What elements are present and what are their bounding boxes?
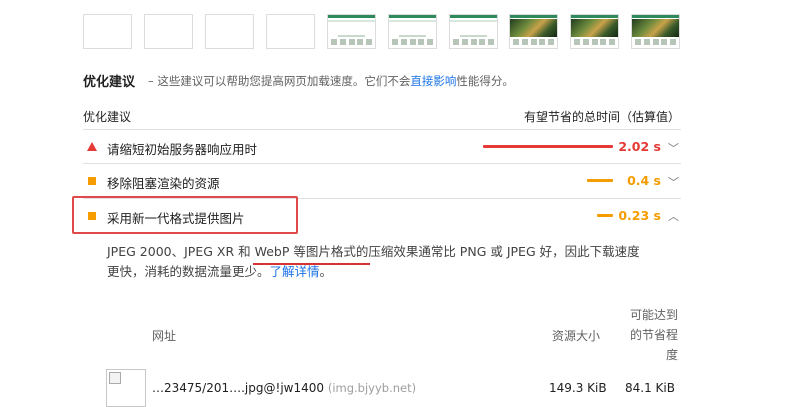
savings-sparkline	[587, 179, 613, 182]
savings-sparkline	[597, 214, 613, 217]
table-cell-savings: 84.1 KiB	[625, 381, 675, 395]
filmstrip-thumbnail	[327, 14, 376, 49]
filmstrip-thumbnail	[388, 14, 437, 49]
section-description: – 这些建议可以帮助您提高网页加载速度。它们不会直接影响性能得分。	[148, 73, 514, 89]
audit-label: 移除阻塞渲染的资源	[107, 176, 220, 191]
fail-triangle-icon	[87, 142, 97, 151]
table-header-url: 网址	[152, 329, 177, 343]
audit-savings-value: 0.4 s	[627, 173, 661, 188]
audit-label: 请缩短初始服务器响应用时	[107, 142, 258, 157]
table-cell-url[interactable]: …23475/201….jpg@!jw1400 (img.bjyyb.net)	[152, 381, 416, 395]
resource-host: (img.bjyyb.net)	[327, 381, 417, 395]
chevron-down-icon[interactable]: ﹀	[668, 174, 679, 190]
resource-url[interactable]: …23475/201….jpg@!jw1400	[152, 381, 324, 395]
table-header-size: 资源大小	[552, 329, 601, 343]
image-thumbnail	[106, 369, 146, 407]
chevron-down-icon[interactable]: ﹀	[668, 140, 679, 156]
table-header-savings-line-1: 可能达到	[629, 308, 678, 322]
filmstrip-thumbnail	[144, 14, 193, 49]
average-square-icon	[88, 177, 96, 185]
divider	[83, 163, 681, 164]
audit-row-render-blocking[interactable]: 移除阻塞渲染的资源 0.4 s ﹀	[83, 165, 681, 197]
description-line-1: JPEG 2000、JPEG XR 和 WebP 等图片格式的压缩效果通常比 P…	[107, 244, 640, 259]
broken-image-icon	[109, 372, 121, 384]
chevron-up-icon[interactable]: ︿	[668, 208, 679, 224]
annotation-underline	[253, 263, 370, 265]
filmstrip-thumbnail	[509, 14, 558, 49]
audit-description: JPEG 2000、JPEG XR 和 WebP 等图片格式的压缩效果通常比 P…	[107, 242, 687, 282]
audit-savings-value: 0.23 s	[618, 208, 661, 223]
filmstrip-thumbnail	[266, 14, 315, 49]
description-line-2: 更快，消耗的数据流量更少。了解详情。	[107, 262, 687, 282]
table-header-savings-line-3: 度	[665, 348, 678, 362]
filmstrip-thumbnail	[570, 14, 619, 49]
section-desc-suffix: 性能得分。	[456, 74, 514, 88]
section-desc-prefix: – 这些建议可以帮助您提高网页加载速度。它们不会	[148, 74, 411, 88]
direct-impact-link[interactable]: 直接影响	[410, 74, 456, 88]
filmstrip-thumbnail	[631, 14, 680, 49]
table-cell-size: 149.3 KiB	[549, 381, 607, 395]
learn-more-link[interactable]: 了解详情	[270, 264, 320, 279]
filmstrip-thumbnail	[205, 14, 254, 49]
description-line-2-suffix: 。	[319, 264, 333, 279]
column-header-opportunity: 优化建议	[83, 110, 132, 124]
filmstrip-thumbnail	[449, 14, 498, 49]
audit-savings-value: 2.02 s	[618, 139, 661, 154]
audit-row-server-response[interactable]: 请缩短初始服务器响应用时 2.02 s ﹀	[83, 131, 681, 163]
section-title: 优化建议	[83, 75, 136, 90]
filmstrip-thumbnail	[83, 14, 132, 49]
column-header-savings: 有望节省的总时间（估算值）	[523, 110, 680, 124]
table-header-savings-line-2: 的节省程	[629, 328, 678, 342]
savings-sparkline	[483, 145, 613, 148]
divider	[83, 129, 681, 130]
table-header-savings: 可能达到 的节省程 度	[622, 305, 678, 365]
description-line-2-prefix: 更快，消耗的数据流量更少。	[107, 264, 270, 279]
highlight-box	[72, 196, 298, 234]
